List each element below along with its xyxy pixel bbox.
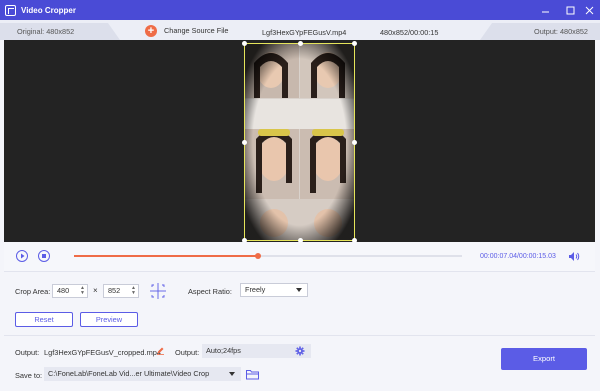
crop-handle-right[interactable] xyxy=(352,140,357,145)
output-size-label: Output: 480x852 xyxy=(534,27,588,36)
minimize-icon[interactable] xyxy=(534,0,556,20)
progress-thumb[interactable] xyxy=(255,253,262,259)
chevron-down-icon xyxy=(229,372,235,376)
height-stepper-icon[interactable]: ▲ ▼ xyxy=(131,286,136,296)
output-format-value: Auto;24fps xyxy=(206,346,241,355)
save-path-value: C:\FoneLab\FoneLab Vid...er Ultimate\Vid… xyxy=(48,369,210,378)
volume-icon[interactable] xyxy=(568,251,580,262)
chevron-down-icon xyxy=(296,288,302,292)
title-bar: Video Cropper xyxy=(0,0,600,20)
play-icon xyxy=(21,253,25,259)
crop-handle-top[interactable] xyxy=(298,41,303,46)
window-title: Video Cropper xyxy=(21,5,76,15)
crop-settings: Crop Area: 480 ▲ ▼ × 852 ▲ ▼ Aspect Ratio:… xyxy=(4,272,595,336)
crop-height-value: 852 xyxy=(108,286,121,295)
close-icon[interactable] xyxy=(578,0,600,20)
source-file-name: Lgf3HexGYpFEGusV.mp4 xyxy=(262,28,347,37)
preview-button[interactable]: Preview xyxy=(80,312,138,327)
video-preview xyxy=(4,40,595,243)
reset-button[interactable]: Reset xyxy=(15,312,73,327)
crop-area-label: Crop Area: xyxy=(15,287,51,296)
aspect-ratio-label: Aspect Ratio: xyxy=(188,287,232,296)
progress-track[interactable] xyxy=(74,253,462,259)
times-sign: × xyxy=(93,286,98,295)
crop-handle-left[interactable] xyxy=(242,140,247,145)
stop-icon xyxy=(42,254,46,258)
output-format-label: Output: xyxy=(175,348,200,357)
crop-app-icon xyxy=(5,4,16,16)
output-file-name: Lgf3HexGYpFEGusV_cropped.mp4 xyxy=(44,348,161,357)
crop-width-input[interactable]: 480 ▲ ▼ xyxy=(52,284,88,298)
total-time: /00:00:15.03 xyxy=(516,253,556,260)
output-file-label: Output: xyxy=(15,348,40,357)
stop-button[interactable] xyxy=(38,250,50,262)
progress-fill xyxy=(74,255,259,257)
info-bar: Original: 480x852 + Change Source File L… xyxy=(0,20,600,40)
output-format-field[interactable]: Auto;24fps xyxy=(202,344,311,358)
export-button[interactable]: Export xyxy=(501,348,587,370)
save-path-select[interactable]: C:\FoneLab\FoneLab Vid...er Ultimate\Vid… xyxy=(44,367,241,381)
aspect-ratio-value: Freely xyxy=(245,285,266,294)
width-stepper-icon[interactable]: ▲ ▼ xyxy=(80,286,85,296)
crop-handle-top-right[interactable] xyxy=(352,41,357,46)
gear-icon[interactable] xyxy=(295,346,305,356)
edit-pencil-icon[interactable] xyxy=(156,346,165,355)
center-crop-icon[interactable] xyxy=(149,282,167,300)
source-file-meta: 480x852/00:00:15 xyxy=(380,28,439,37)
output-size-tab: Output: 480x852 xyxy=(480,23,600,40)
save-to-label: Save to: xyxy=(15,371,43,380)
change-source-button[interactable]: + Change Source File xyxy=(145,23,229,38)
crop-width-value: 480 xyxy=(57,286,70,295)
original-size-tab: Original: 480x852 xyxy=(0,23,120,40)
play-button[interactable] xyxy=(16,250,28,262)
output-panel: Output: Lgf3HexGYpFEGusV_cropped.mp4 Out… xyxy=(0,336,600,391)
crop-selection-box[interactable] xyxy=(242,41,357,243)
current-time: 00:00:07.04 xyxy=(480,253,517,260)
crop-height-input[interactable]: 852 ▲ ▼ xyxy=(103,284,139,298)
original-size-label: Original: 480x852 xyxy=(17,27,75,36)
plus-icon: + xyxy=(145,24,157,37)
change-source-label: Change Source File xyxy=(164,26,229,35)
time-display: 00:00:07.04/00:00:15.03 xyxy=(480,253,556,260)
playback-controls: 00:00:07.04/00:00:15.03 xyxy=(4,242,595,272)
aspect-ratio-select[interactable]: Freely xyxy=(240,283,308,297)
folder-icon[interactable] xyxy=(246,369,259,380)
crop-handle-top-left[interactable] xyxy=(242,41,247,46)
